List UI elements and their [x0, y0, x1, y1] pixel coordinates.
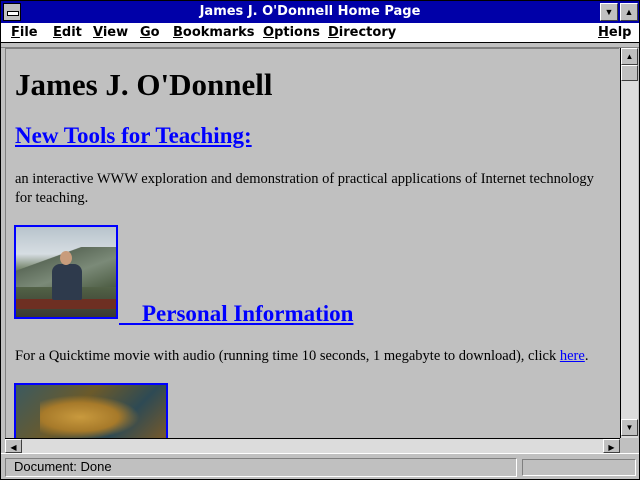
- portrait-photo-link[interactable]: [14, 225, 118, 319]
- window-title: James J. O'Donnell Home Page: [199, 4, 421, 19]
- lion-mosaic-image-link[interactable]: [14, 383, 168, 438]
- page-title: James J. O'Donnell: [15, 67, 273, 102]
- scroll-down-button[interactable]: ▼: [621, 419, 638, 436]
- vertical-scrollbar[interactable]: ▲ ▼: [620, 48, 638, 438]
- menu-view[interactable]: View: [93, 25, 128, 40]
- scroll-left-button[interactable]: ◀: [5, 439, 22, 453]
- scroll-right-button[interactable]: ▶: [603, 439, 620, 453]
- menu-bar: File Edit View Go Bookmarks Options Dire…: [1, 23, 639, 43]
- menu-bookmarks[interactable]: Bookmarks: [173, 25, 255, 40]
- triangle-left-icon: ◀: [10, 443, 17, 452]
- progress-indicator: [522, 459, 636, 476]
- scroll-up-button[interactable]: ▲: [621, 48, 638, 65]
- minimize-button[interactable]: ▼: [600, 3, 618, 21]
- system-menu-button[interactable]: [3, 3, 21, 21]
- intro-text: an interactive WWW exploration and demon…: [15, 171, 594, 206]
- personal-info-link[interactable]: Personal Information: [119, 301, 353, 327]
- movie-text: For a Quicktime movie with audio (runnin…: [15, 348, 589, 364]
- triangle-right-icon: ▶: [608, 443, 615, 452]
- browser-window: James J. O'Donnell Home Page ▼ ▲ File Ed…: [0, 0, 640, 480]
- here-link[interactable]: here: [560, 348, 585, 364]
- status-text: Document: Done: [5, 458, 517, 477]
- menu-help[interactable]: Help: [598, 25, 631, 40]
- lion-figure: [40, 395, 140, 438]
- horizontal-scrollbar[interactable]: ◀ ▶: [5, 438, 620, 453]
- photo-person-body: [52, 264, 82, 300]
- page-content[interactable]: James J. O'Donnell New Tools for Teachin…: [5, 48, 619, 438]
- photo-person-head: [60, 251, 72, 265]
- status-bar: Document: Done: [1, 453, 639, 479]
- triangle-up-icon: ▲: [625, 52, 634, 61]
- photo-ledge: [16, 299, 116, 309]
- menu-file[interactable]: File: [11, 25, 38, 40]
- maximize-button[interactable]: ▲: [620, 3, 638, 21]
- triangle-up-icon: ▲: [624, 7, 634, 17]
- vertical-scroll-thumb[interactable]: [621, 65, 638, 81]
- new-tools-link[interactable]: New Tools for Teaching:: [15, 123, 252, 149]
- title-bar: James J. O'Donnell Home Page ▼ ▲: [1, 1, 639, 23]
- menu-go[interactable]: Go: [140, 25, 160, 40]
- menu-directory[interactable]: Directory: [328, 25, 396, 40]
- scrollbar-corner: [620, 438, 638, 453]
- triangle-down-icon: ▼: [625, 423, 634, 432]
- menu-options[interactable]: Options: [263, 25, 320, 40]
- triangle-down-icon: ▼: [604, 7, 614, 17]
- menu-edit[interactable]: Edit: [53, 25, 82, 40]
